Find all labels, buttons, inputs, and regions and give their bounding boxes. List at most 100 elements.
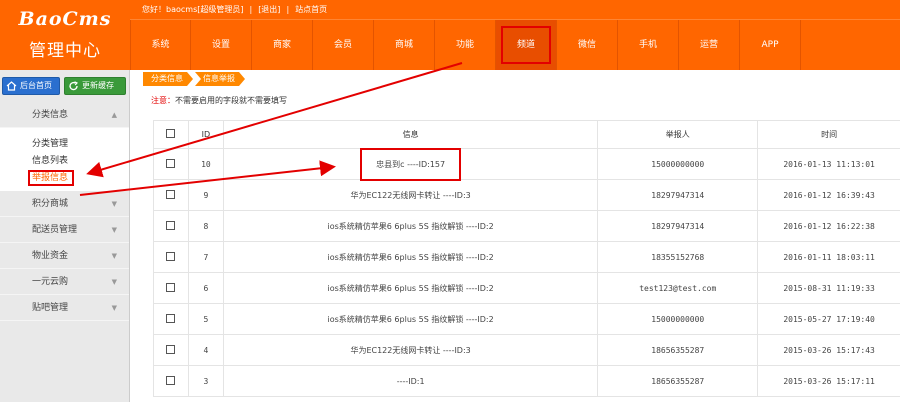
cell-id: 5 — [187, 303, 224, 335]
cell-time: 2016-01-12 16:39:43 — [757, 179, 900, 211]
select-all-checkbox[interactable] — [166, 129, 176, 138]
cell-id: 6 — [187, 272, 224, 304]
cell-info: ios系统精仿苹果6 6plus 5S 指纹解锁 ----ID:2 — [222, 303, 599, 335]
row-checkbox[interactable] — [166, 375, 176, 385]
row-checkbox[interactable] — [166, 313, 176, 323]
logout-link[interactable]: [退出] — [258, 5, 280, 14]
nav-item-members[interactable]: 会员 — [313, 20, 374, 70]
table-row: 6 ios系统精仿苹果6 6plus 5S 指纹解锁 ----ID:2 test… — [153, 272, 900, 304]
separator: | — [286, 5, 290, 14]
update-cache-label: 更新缓存 — [82, 81, 114, 90]
sidebar-item-label: 信息列表 — [32, 156, 69, 166]
cell-info: 华为EC122无线网卡转让 ----ID:3 — [222, 179, 599, 211]
cell-reporter: 18297947314 — [597, 210, 759, 242]
nav-item-functions[interactable]: 功能 — [435, 20, 496, 70]
highlighted-info: 忠县到c ----ID:157 — [360, 147, 462, 181]
nav-item-mobile[interactable]: 手机 — [618, 20, 679, 70]
table-header-row: ID 信息 举报人 时间 — [153, 120, 900, 149]
chevron-down-icon: ▼ — [111, 200, 117, 208]
table-row: 3 ----ID:1 18656355287 2015-03-26 15:17:… — [153, 365, 900, 397]
refresh-icon — [69, 81, 78, 91]
nav-item-channels[interactable]: 频道 — [496, 20, 557, 70]
nav-item-system[interactable]: 系统 — [130, 20, 191, 70]
row-select-cell — [153, 148, 189, 180]
row-checkbox[interactable] — [166, 189, 176, 199]
cell-id: 4 — [187, 334, 224, 366]
admin-home-button[interactable]: 后台首页 — [2, 77, 60, 95]
sidebar-group-delivery[interactable]: 配送员管理 ▼ — [0, 217, 129, 243]
separator: | — [249, 5, 253, 14]
sidebar-group-label: 物业资金 — [32, 251, 69, 261]
sidebar-submenu: 分类管理 信息列表 举报信息 — [0, 128, 129, 191]
sidebar-item-category-manage[interactable]: 分类管理 — [0, 136, 129, 153]
logo-text-cn: 管理中心 — [29, 41, 101, 61]
nav-item-operations[interactable]: 运营 — [679, 20, 740, 70]
nav-item-merchants[interactable]: 商家 — [252, 20, 313, 70]
cell-reporter: 18656355287 — [597, 334, 759, 366]
breadcrumb: 分类信息 信息举报 — [143, 72, 247, 86]
cell-info: ios系统精仿苹果6 6plus 5S 指纹解锁 ----ID:2 — [222, 241, 599, 273]
sidebar-item-info-list[interactable]: 信息列表 — [0, 153, 129, 170]
sidebar-group-forum[interactable]: 贴吧管理 ▼ — [0, 295, 129, 321]
chevron-down-icon: ▼ — [111, 226, 117, 234]
nav-item-settings[interactable]: 设置 — [191, 20, 252, 70]
cell-time: 2016-01-12 16:22:38 — [757, 210, 900, 242]
sidebar-group-points-mall[interactable]: 积分商城 ▼ — [0, 191, 129, 217]
sidebar-group-label: 配送员管理 — [32, 225, 78, 235]
table-row: 5 ios系统精仿苹果6 6plus 5S 指纹解锁 ----ID:2 1500… — [153, 303, 900, 335]
row-checkbox[interactable] — [166, 158, 176, 168]
column-header-info: 信息 — [222, 120, 599, 149]
row-checkbox[interactable] — [166, 344, 176, 354]
cell-time: 2016-01-13 11:13:01 — [757, 148, 900, 180]
select-all-cell — [153, 120, 189, 149]
column-header-id: ID — [187, 120, 224, 149]
nav-item-mall[interactable]: 商城 — [374, 20, 435, 70]
cell-id: 8 — [187, 210, 224, 242]
nav-item-app[interactable]: APP — [740, 20, 801, 70]
greeting-text: 您好！baocms[超级管理员] — [142, 5, 244, 14]
cell-time: 2015-03-26 15:17:43 — [757, 334, 900, 366]
main-nav: 系统 设置 商家 会员 商城 功能 频道 微信 手机 运营 APP — [130, 20, 900, 70]
update-cache-button[interactable]: 更新缓存 — [64, 77, 126, 95]
breadcrumb-item[interactable]: 信息举报 — [195, 72, 245, 86]
cell-info: ios系统精仿苹果6 6plus 5S 指纹解锁 ----ID:2 — [222, 210, 599, 242]
site-home-link[interactable]: 站点首页 — [295, 5, 327, 14]
sidebar-group-classified[interactable]: 分类信息 ▲ — [0, 102, 129, 128]
cell-info: 忠县到c ----ID:157 — [222, 147, 599, 181]
cell-reporter: 18297947314 — [597, 179, 759, 211]
sidebar: 后台首页 更新缓存 分类信息 ▲ 分类管理 信息列表 举报信息 积分商城 ▼ 配… — [0, 70, 130, 402]
row-select-cell — [153, 179, 189, 211]
notice-prefix: 注意： — [151, 96, 175, 105]
cell-time: 2015-05-27 17:19:40 — [757, 303, 900, 335]
row-checkbox[interactable] — [166, 220, 176, 230]
row-select-cell — [153, 272, 189, 304]
cell-info: ios系统精仿苹果6 6plus 5S 指纹解锁 ----ID:2 — [222, 272, 599, 304]
top-bar: 您好！baocms[超级管理员] | [退出] | 站点首页 — [130, 0, 900, 20]
home-icon — [6, 81, 17, 91]
column-header-time: 时间 — [757, 120, 900, 149]
row-checkbox[interactable] — [166, 282, 176, 292]
sidebar-item-report-info[interactable]: 举报信息 — [0, 170, 129, 187]
table-row: 7 ios系统精仿苹果6 6plus 5S 指纹解锁 ----ID:2 1835… — [153, 241, 900, 273]
breadcrumb-item[interactable]: 分类信息 — [143, 72, 193, 86]
row-checkbox[interactable] — [166, 251, 176, 261]
cell-reporter: 15000000000 — [597, 148, 759, 180]
notice-text: 注意：不需要启用的字段就不需要填写 — [151, 95, 287, 106]
cell-time: 2016-01-11 18:03:11 — [757, 241, 900, 273]
sidebar-group-one-yuan[interactable]: 一元云购 ▼ — [0, 269, 129, 295]
chevron-down-icon: ▼ — [111, 252, 117, 260]
sidebar-group-property-funds[interactable]: 物业资金 ▼ — [0, 243, 129, 269]
report-table: ID 信息 举报人 时间 10 忠县到c ----ID:157 15000000… — [153, 120, 900, 397]
cell-reporter: 18656355287 — [597, 365, 759, 397]
sidebar-group-label: 一元云购 — [32, 277, 69, 287]
sidebar-item-label: 举报信息 — [28, 170, 75, 186]
cell-reporter: 15000000000 — [597, 303, 759, 335]
nav-item-wechat[interactable]: 微信 — [557, 20, 618, 70]
cell-info: 华为EC122无线网卡转让 ----ID:3 — [222, 334, 599, 366]
logo: BaoCms 管理中心 — [0, 0, 130, 70]
cell-id: 7 — [187, 241, 224, 273]
row-select-cell — [153, 334, 189, 366]
sidebar-group-label: 贴吧管理 — [32, 303, 69, 313]
admin-home-label: 后台首页 — [20, 81, 52, 90]
cell-info: ----ID:1 — [222, 365, 599, 397]
